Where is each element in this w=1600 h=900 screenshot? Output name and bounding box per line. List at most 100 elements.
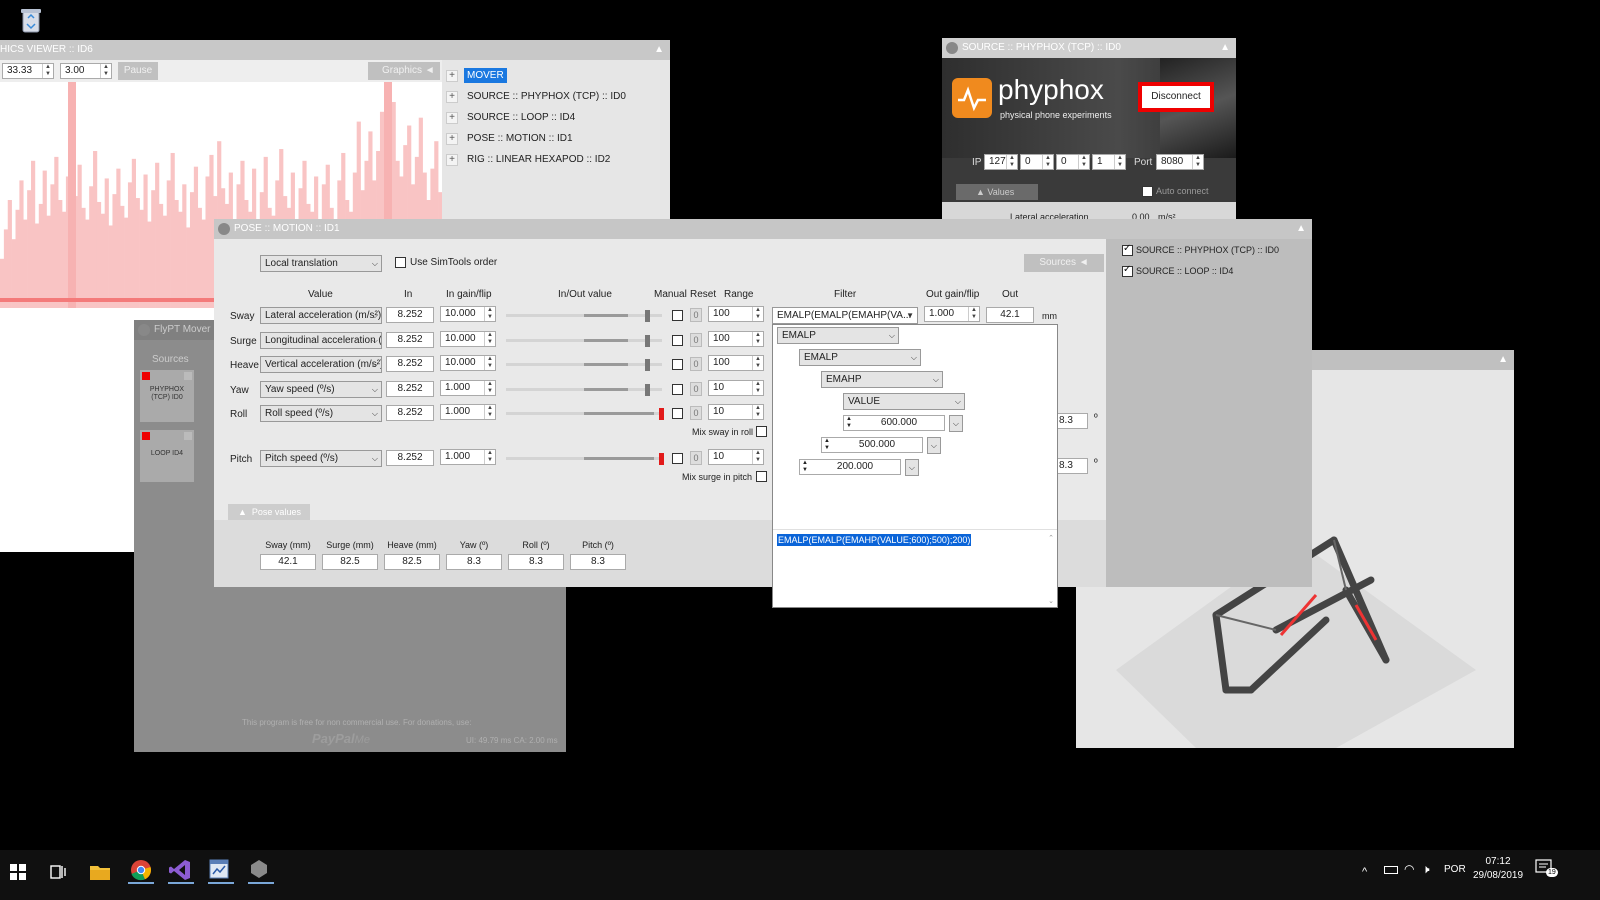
simtools-order-checkbox[interactable] — [395, 257, 406, 268]
chrome-icon[interactable] — [128, 858, 154, 884]
filter-level3-select[interactable]: EMAHP ⌵ — [821, 371, 943, 388]
row-pitch-value-select[interactable]: Pitch speed (º/s) ⌵ — [260, 450, 382, 467]
row-pitch-gain-input[interactable]: 1.000 ▲ ▼ — [440, 449, 496, 465]
graphics-scale-input[interactable]: 33.33 ▲ ▼ — [2, 63, 54, 79]
row-roll-range-input[interactable]: 10 ▲ ▼ — [708, 404, 764, 420]
row-yaw-gain-input[interactable]: 1.000 ▲ ▼ — [440, 380, 496, 396]
tree-item-2[interactable]: SOURCE :: LOOP :: ID4 — [464, 110, 578, 125]
mix-surge-pitch-checkbox[interactable] — [756, 471, 767, 482]
expand-plus-icon[interactable]: + — [446, 133, 458, 145]
spin-arrows-icon[interactable]: ▲ ▼ — [484, 405, 495, 419]
scroll-up-icon[interactable]: ⌃ — [1048, 534, 1054, 542]
spin-arrows-icon[interactable]: ▲ ▼ — [1192, 155, 1203, 169]
row-heave-range-input[interactable]: 100 ▲ ▼ — [708, 355, 764, 371]
row-yaw-range-input[interactable]: 10 ▲ ▼ — [708, 380, 764, 396]
row-roll-value-select[interactable]: Roll speed (º/s) ⌵ — [260, 405, 382, 422]
task-view-icon[interactable] — [48, 862, 74, 888]
spin-arrows-icon[interactable]: ▲ ▼ — [484, 356, 495, 370]
spin-arrows-icon[interactable]: ▲ ▼ — [100, 64, 111, 78]
ip-octet-input-0[interactable]: 127 ▲ ▼ — [984, 154, 1018, 170]
source-tile-loop[interactable]: LOOP ID4 — [140, 430, 194, 482]
row-sway-value-select[interactable]: Lateral acceleration (m/s²) ⌵ — [260, 307, 382, 324]
expand-plus-icon[interactable]: + — [446, 154, 458, 166]
row-heave-gain-input[interactable]: 10.000 ▲ ▼ — [440, 355, 496, 371]
file-explorer-icon[interactable] — [88, 860, 114, 886]
row-heave-slider-thumb[interactable] — [645, 359, 650, 371]
spin-arrows-icon[interactable]: ▲ ▼ — [1114, 155, 1125, 169]
row-surge-manual-checkbox[interactable] — [672, 335, 683, 346]
row-surge-gain-input[interactable]: 10.000 ▲ ▼ — [440, 331, 496, 347]
collapse-arrow-icon[interactable]: ▲ — [1498, 350, 1508, 370]
disconnect-button[interactable]: Disconnect — [1138, 82, 1214, 112]
flypt-mover-taskbar-icon[interactable] — [248, 858, 274, 884]
port-input[interactable]: 8080 ▲ ▼ — [1156, 154, 1204, 170]
filter-level2-select[interactable]: EMALP ⌵ — [799, 349, 921, 366]
filter-param1-dropdown[interactable]: ⌵ — [949, 415, 963, 432]
auto-connect-checkbox[interactable] — [1142, 186, 1153, 197]
spin-arrows-icon[interactable]: ▲ ▼ — [824, 438, 830, 452]
spin-arrows-icon[interactable]: ▲ ▼ — [1042, 155, 1053, 169]
spin-arrows-icon[interactable]: ▲ ▼ — [42, 64, 53, 78]
row-surge-value-select[interactable]: Longitudinal acceleration (r ⌵ — [260, 332, 382, 349]
recycle-bin-icon[interactable] — [18, 6, 44, 34]
input-language[interactable]: POR — [1444, 864, 1466, 875]
spin-arrows-icon[interactable]: ▲ ▼ — [484, 381, 495, 395]
row-sway-reset-button[interactable]: 0 — [690, 308, 702, 322]
row-pitch-reset-button[interactable]: 0 — [690, 451, 702, 465]
ip-octet-input-2[interactable]: 0 ▲ ▼ — [1056, 154, 1090, 170]
row-pitch-manual-checkbox[interactable] — [672, 453, 683, 464]
ip-octet-input-1[interactable]: 0 ▲ ▼ — [1020, 154, 1054, 170]
wifi-icon[interactable]: ◠ — [1404, 862, 1414, 876]
spin-arrows-icon[interactable]: ▲ ▼ — [484, 332, 495, 346]
source-tile-toggle[interactable] — [184, 372, 192, 380]
windows-start-icon[interactable] — [8, 862, 34, 888]
row-sway-gain-input[interactable]: 10.000 ▲ ▼ — [440, 306, 496, 322]
clock-date[interactable]: 29/08/2019 — [1470, 870, 1526, 881]
filter-level1-select[interactable]: EMALP ⌵ — [777, 327, 899, 344]
battery-icon[interactable] — [1384, 866, 1398, 874]
tree-item-1[interactable]: SOURCE :: PHYPHOX (TCP) :: ID0 — [464, 89, 629, 104]
row-yaw-manual-checkbox[interactable] — [672, 384, 683, 395]
scroll-down-icon[interactable]: ⌄ — [1048, 597, 1054, 605]
row-roll-reset-button[interactable]: 0 — [690, 406, 702, 420]
spin-arrows-icon[interactable]: ▲ ▼ — [968, 307, 979, 321]
spin-arrows-icon[interactable]: ▲ ▼ — [752, 332, 763, 346]
graphics-time-input[interactable]: 3.00 ▲ ▼ — [60, 63, 112, 79]
source-tile-phyphox[interactable]: PHYPHOX (TCP) ID0 — [140, 370, 194, 422]
row-surge-reset-button[interactable]: 0 — [690, 333, 702, 347]
spin-arrows-icon[interactable]: ▲ ▼ — [752, 405, 763, 419]
filter-param2-input[interactable]: ▲ ▼ 500.000 — [821, 437, 923, 453]
spin-arrows-icon[interactable]: ▲ ▼ — [1078, 155, 1089, 169]
mode-select[interactable]: Local translation ⌵ — [260, 255, 382, 272]
phyphox-titlebar[interactable]: SOURCE :: PHYPHOX (TCP) :: ID0 ▲ — [942, 38, 1236, 58]
row-sway-slider-thumb[interactable] — [645, 310, 650, 322]
row-pitch-range-input[interactable]: 10 ▲ ▼ — [708, 449, 764, 465]
spin-arrows-icon[interactable]: ▲ ▼ — [1006, 155, 1017, 169]
row-sway-range-input[interactable]: 100 ▲ ▼ — [708, 306, 764, 322]
spin-arrows-icon[interactable]: ▲ ▼ — [752, 307, 763, 321]
collapse-arrow-icon[interactable]: ▲ — [1220, 38, 1230, 58]
row-heave-manual-checkbox[interactable] — [672, 359, 683, 370]
out-gain-input[interactable]: 1.000 ▲ ▼ — [924, 306, 980, 322]
tree-item-3[interactable]: POSE :: MOTION :: ID1 — [464, 131, 576, 146]
tree-item-0[interactable]: MOVER — [464, 68, 507, 83]
pose-values-tab[interactable]: ▲ Pose values — [228, 504, 310, 520]
expand-plus-icon[interactable]: + — [446, 91, 458, 103]
sources-toggle-button[interactable]: Sources ◄ — [1024, 254, 1104, 272]
collapse-arrow-icon[interactable]: ▲ — [654, 40, 664, 60]
row-roll-manual-checkbox[interactable] — [672, 408, 683, 419]
spin-arrows-icon[interactable]: ▲ ▼ — [484, 307, 495, 321]
speaker-muted-icon[interactable]: 🕨 — [1422, 862, 1430, 877]
filter-level4-select[interactable]: VALUE ⌵ — [843, 393, 965, 410]
filter-param3-input[interactable]: ▲ ▼ 200.000 — [799, 459, 901, 475]
row-heave-reset-button[interactable]: 0 — [690, 357, 702, 371]
pose-titlebar[interactable]: POSE :: MOTION :: ID1 ▲ — [214, 219, 1312, 239]
row-surge-range-input[interactable]: 100 ▲ ▼ — [708, 331, 764, 347]
notification-center-icon[interactable]: 19 — [1534, 858, 1558, 878]
source-tile-toggle[interactable] — [184, 432, 192, 440]
graphics-toggle-button[interactable]: Graphics ◄ — [368, 62, 440, 80]
filter-expression-textarea[interactable]: EMALP(EMALP(EMAHP(VALUE;600);500);200) ⌃… — [773, 529, 1057, 607]
row-roll-slider-thumb[interactable] — [659, 408, 664, 420]
spin-arrows-icon[interactable]: ▲ ▼ — [802, 460, 808, 474]
spin-arrows-icon[interactable]: ▲ ▼ — [752, 381, 763, 395]
